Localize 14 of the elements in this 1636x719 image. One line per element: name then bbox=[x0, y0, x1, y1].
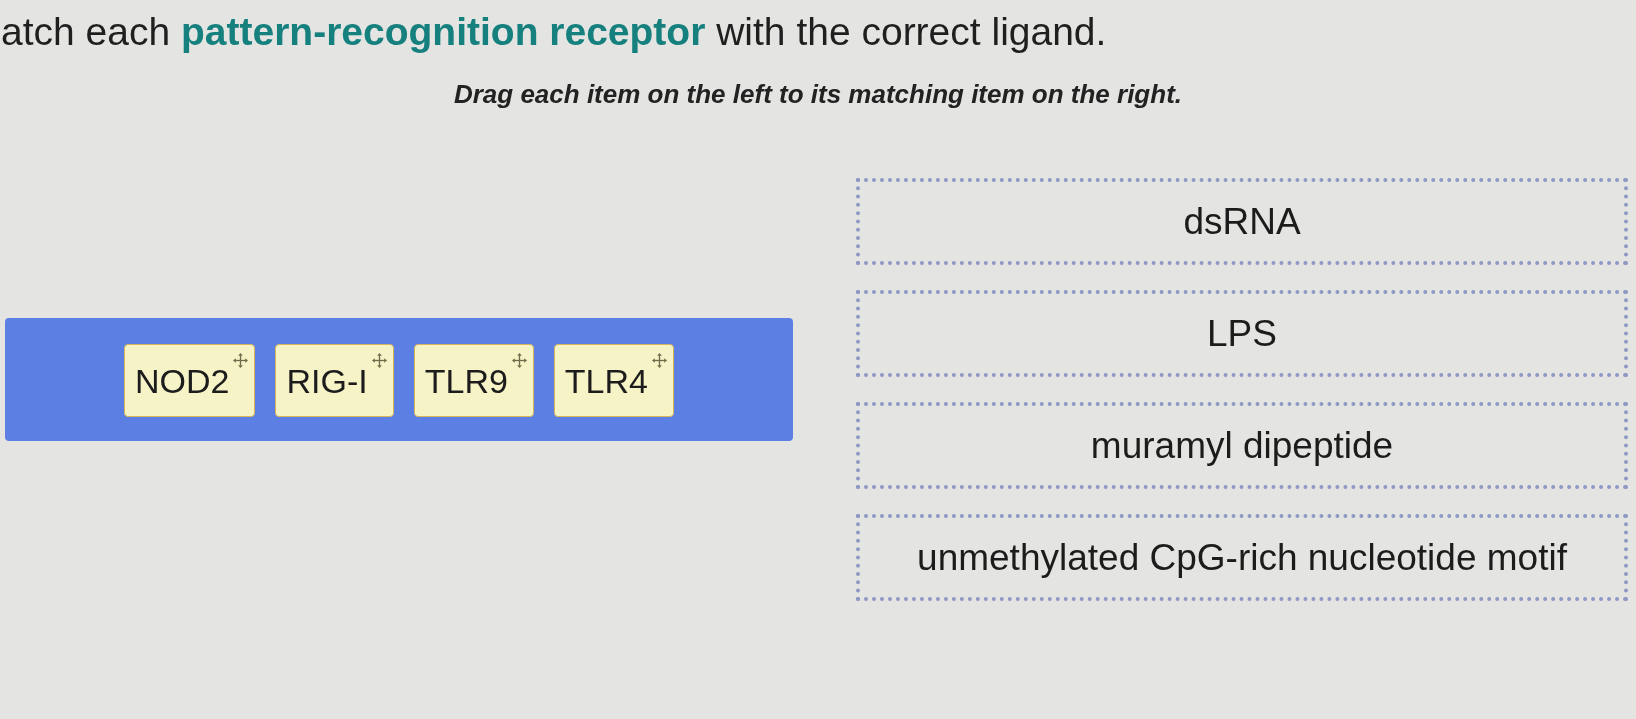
move-icon bbox=[233, 353, 249, 368]
move-icon bbox=[371, 353, 387, 368]
drop-zone[interactable]: LPS bbox=[856, 290, 1628, 377]
move-icon bbox=[652, 353, 667, 368]
move-icon bbox=[511, 353, 527, 368]
drag-item[interactable]: RIG-I bbox=[275, 344, 394, 417]
instruction-text: Drag each item on the left to its matching item on the right. bbox=[453, 78, 1183, 110]
question-title: atch each pattern-recognition receptor with the correct ligand. bbox=[1, 10, 1107, 54]
drop-zone[interactable]: unmethylated CpG-rich nucleotide motif bbox=[856, 514, 1628, 601]
drag-item[interactable]: TLR9 bbox=[413, 344, 534, 417]
drop-zone[interactable]: muramyl dipeptide bbox=[856, 402, 1628, 489]
drop-zone[interactable]: dsRNA bbox=[856, 178, 1628, 265]
drag-item[interactable]: TLR4 bbox=[553, 344, 674, 417]
drag-item[interactable]: NOD2 bbox=[124, 344, 256, 417]
